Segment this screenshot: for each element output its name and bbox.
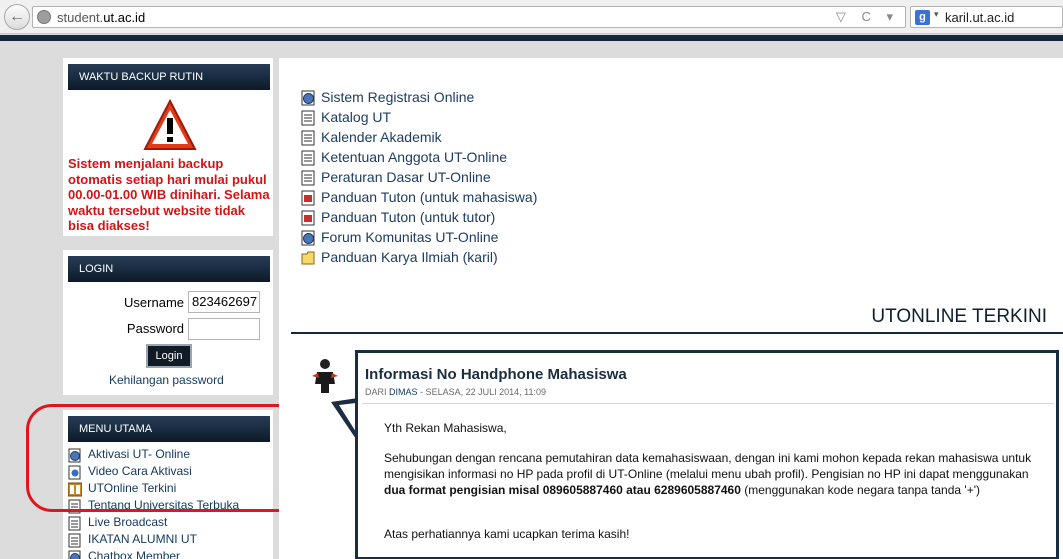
backup-panel: WAKTU BACKUP RUTIN Sistem menjalani back… <box>63 58 273 236</box>
login-panel: LOGIN Username 823462697 Password Login … <box>63 250 273 395</box>
password-label: Password <box>126 321 184 336</box>
post-closing: Atas perhatiannya kami ucapkan terima ka… <box>384 527 630 541</box>
document-icon <box>301 170 315 186</box>
page-header-strip <box>0 35 1063 41</box>
reload-icon[interactable]: ▽ C ▾ <box>836 9 899 25</box>
main-content: Sistem Registrasi Online Katalog UT Kale… <box>279 58 1063 559</box>
document-icon <box>68 516 81 531</box>
document-icon <box>301 150 315 166</box>
backup-message: Sistem menjalani backup otomatis setiap … <box>68 156 270 233</box>
search-text: karil.ut.ac.id <box>945 10 1015 25</box>
back-button[interactable]: ← <box>4 4 30 30</box>
login-button[interactable]: Login <box>146 344 192 368</box>
g-icon[interactable]: g <box>915 10 930 25</box>
pdf-icon <box>301 210 315 226</box>
post-body: Yth Rekan Mahasiswa, Sehubungan dengan r… <box>362 403 1054 559</box>
browser-toolbar: ← student.ut.ac.id ▽ C ▾ g ▾ karil.ut.ac… <box>0 0 1063 34</box>
post-paragraph: Sehubungan dengan rencana pemutahiran da… <box>384 451 1032 497</box>
post-greeting: Yth Rekan Mahasiswa, <box>384 421 507 435</box>
document-icon <box>301 130 315 146</box>
lost-password-link[interactable]: Kehilangan password <box>109 373 224 387</box>
news-post: Informasi No Handphone Mahasiswa DARI DI… <box>355 350 1059 559</box>
username-field[interactable]: 823462697 <box>188 291 260 313</box>
red-highlight-annotation <box>26 404 316 512</box>
section-title: UTONLINE TERKINI <box>871 306 1047 327</box>
pdf-icon <box>301 190 315 206</box>
site-identity-icon[interactable] <box>37 10 51 24</box>
document-icon <box>68 533 81 548</box>
author-avatar[interactable] <box>309 356 341 394</box>
post-author-link[interactable]: DIMAS <box>389 387 418 397</box>
document-icon <box>301 110 315 126</box>
post-title[interactable]: Informasi No Handphone Mahasiswa <box>365 366 627 383</box>
globe-doc-icon <box>301 230 315 246</box>
chevron-down-icon[interactable]: ▾ <box>934 9 939 20</box>
post-meta: DARI DIMAS - SELASA, 22 JULI 2014, 11:09 <box>365 387 546 397</box>
section-divider <box>291 332 1063 334</box>
globe-doc-icon <box>68 550 81 559</box>
backup-panel-title: WAKTU BACKUP RUTIN <box>68 64 270 90</box>
login-panel-title: LOGIN <box>68 256 270 282</box>
password-field[interactable] <box>188 318 260 340</box>
address-text: student.ut.ac.id <box>57 10 146 25</box>
username-label: Username <box>124 295 184 310</box>
search-bar[interactable]: g ▾ karil.ut.ac.id <box>910 6 1063 28</box>
globe-doc-icon <box>301 90 315 106</box>
address-bar[interactable]: student.ut.ac.id ▽ C ▾ <box>32 6 906 28</box>
post-format-example: dua format pengisian misal 089605887460 … <box>384 483 741 497</box>
warning-icon <box>143 98 197 150</box>
folder-icon <box>301 251 315 265</box>
